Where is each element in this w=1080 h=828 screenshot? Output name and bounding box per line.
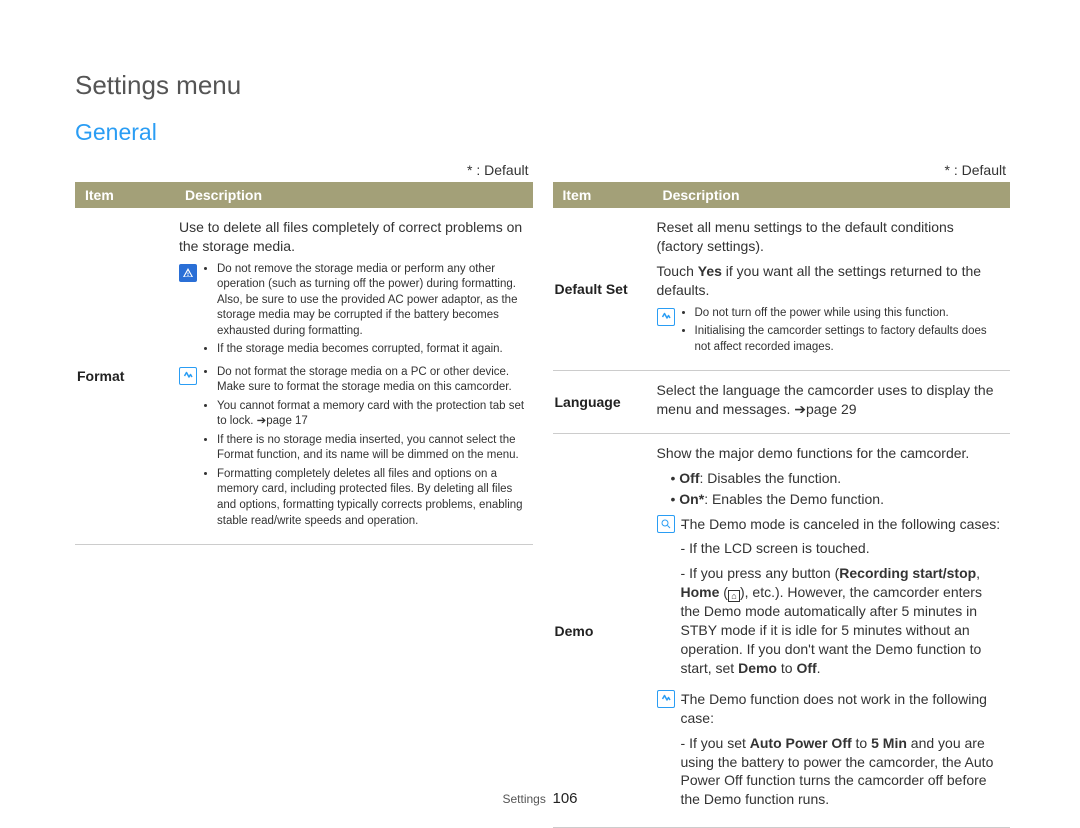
default-legend: * : Default xyxy=(553,162,1007,178)
default-legend: * : Default xyxy=(75,162,529,178)
warning-icon xyxy=(179,264,197,282)
row-language: Language Select the language the camcord… xyxy=(553,371,1011,434)
page-footer: Settings 106 xyxy=(0,790,1080,807)
info-icon xyxy=(179,367,197,385)
bold: On* xyxy=(679,491,704,507)
page-ref: ➔page 29 xyxy=(794,401,856,417)
left-column: * : Default Item Description Format Use … xyxy=(75,156,533,828)
text: : Enables the Demo function. xyxy=(704,491,884,507)
bold: Auto Power Off xyxy=(750,735,852,751)
format-intro: Use to delete all files completely of co… xyxy=(179,218,527,256)
defaultset-intro1: Reset all menu settings to the default c… xyxy=(657,218,1005,256)
settings-table-left: Item Description Format Use to delete al… xyxy=(75,182,533,545)
desc-language: Select the language the camcorder uses t… xyxy=(653,371,1011,434)
item-name-format: Format xyxy=(75,208,175,545)
format-warning-list: Do not remove the storage media or perfo… xyxy=(203,262,527,361)
demo-opt-off: Off: Disables the function. xyxy=(671,469,1005,488)
info-head: The Demo function does not work in the f… xyxy=(681,690,1005,728)
info-item: You cannot format a memory card with the… xyxy=(217,399,527,430)
defaultset-info-list: Do not turn off the power while using th… xyxy=(681,306,1005,359)
page-title: Settings menu xyxy=(75,70,1010,101)
footer-label: Settings xyxy=(502,792,545,806)
bold: Demo xyxy=(738,660,777,676)
settings-table-right: Item Description Default Set Reset all m… xyxy=(553,182,1011,828)
text: The Demo mode is canceled in the followi… xyxy=(681,516,1000,532)
row-default-set: Default Set Reset all menu settings to t… xyxy=(553,208,1011,371)
item-name-demo: Demo xyxy=(553,433,653,827)
warn-item: If the storage media becomes corrupted, … xyxy=(217,342,527,358)
text: , xyxy=(976,565,980,581)
info-item: Initialising the camcorder settings to f… xyxy=(695,324,1005,355)
bold: Off xyxy=(679,470,699,486)
header-item: Item xyxy=(75,182,175,208)
info-icon xyxy=(657,690,675,708)
tip-icon xyxy=(657,515,675,533)
defaultset-info-block: Do not turn off the power while using th… xyxy=(657,306,1005,359)
row-demo: Demo Show the major demo functions for t… xyxy=(553,433,1011,827)
bold: Off xyxy=(796,660,816,676)
text: . xyxy=(817,660,821,676)
right-column: * : Default Item Description Default Set… xyxy=(553,156,1011,828)
header-description: Description xyxy=(653,182,1011,208)
document-page: Settings menu General * : Default Item D… xyxy=(0,0,1080,828)
text: The Demo function does not work in the f… xyxy=(681,691,987,726)
item-name-default-set: Default Set xyxy=(553,208,653,371)
info-item: If there is no storage media inserted, y… xyxy=(217,433,527,464)
text: Touch xyxy=(657,263,698,279)
tip-content: The Demo mode is canceled in the followi… xyxy=(681,513,1005,684)
demo-opt-on: On*: Enables the Demo function. xyxy=(671,490,1005,509)
text: to xyxy=(777,660,796,676)
two-columns: * : Default Item Description Format Use … xyxy=(75,156,1010,828)
text: ( xyxy=(719,584,728,600)
tip-sub2: If you press any button (Recording start… xyxy=(681,564,1005,678)
bold: Yes xyxy=(698,263,722,279)
text: : Disables the function. xyxy=(700,470,842,486)
bold: Home xyxy=(681,584,720,600)
format-info-block: Do not format the storage media on a PC … xyxy=(179,365,527,532)
format-info-list: Do not format the storage media on a PC … xyxy=(203,365,527,532)
info-item: Formatting completely deletes all files … xyxy=(217,467,527,529)
text: to xyxy=(852,735,871,751)
info-icon xyxy=(657,308,675,326)
desc-format: Use to delete all files completely of co… xyxy=(175,208,533,545)
desc-default-set: Reset all menu settings to the default c… xyxy=(653,208,1011,371)
header-description: Description xyxy=(175,182,533,208)
section-title: General xyxy=(75,119,1010,146)
bold: 5 Min xyxy=(871,735,907,751)
desc-demo: Show the major demo functions for the ca… xyxy=(653,433,1011,827)
page-number: 106 xyxy=(553,790,578,807)
warn-item: Do not remove the storage media or perfo… xyxy=(217,262,527,340)
item-name-language: Language xyxy=(553,371,653,434)
text: If you press any button ( xyxy=(689,565,839,581)
row-format: Format Use to delete all files completel… xyxy=(75,208,533,545)
demo-intro: Show the major demo functions for the ca… xyxy=(657,444,1005,463)
tip-sub1: If the LCD screen is touched. xyxy=(681,539,1005,558)
defaultset-intro2: Touch Yes if you want all the settings r… xyxy=(657,262,1005,300)
home-icon: ⌂ xyxy=(728,590,740,602)
format-warning-block: Do not remove the storage media or perfo… xyxy=(179,262,527,361)
demo-tip-block: The Demo mode is canceled in the followi… xyxy=(657,513,1005,684)
tip-head: The Demo mode is canceled in the followi… xyxy=(681,515,1005,534)
text: If you set xyxy=(689,735,750,751)
header-item: Item xyxy=(553,182,653,208)
info-item: Do not format the storage media on a PC … xyxy=(217,365,527,396)
info-item: Do not turn off the power while using th… xyxy=(695,306,1005,322)
language-text: Select the language the camcorder uses t… xyxy=(657,381,1005,419)
bold: Recording start/stop xyxy=(839,565,976,581)
